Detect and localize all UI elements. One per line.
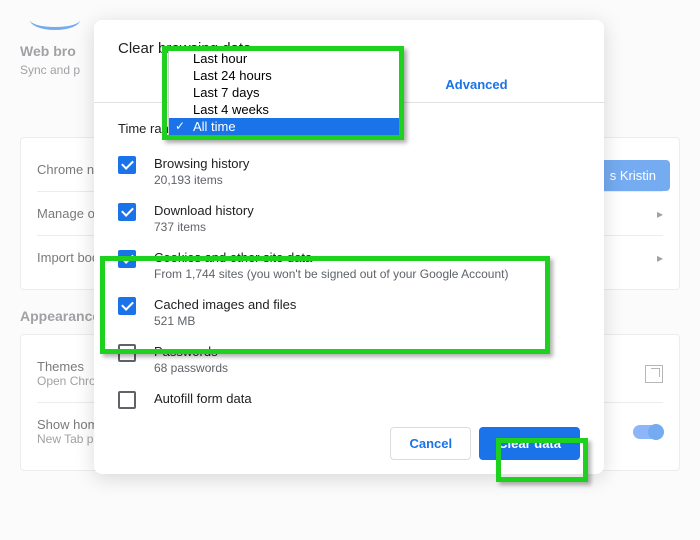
check-cookies[interactable]: Cookies and other site dataFrom 1,744 si… xyxy=(94,242,604,289)
checkbox[interactable] xyxy=(118,156,136,174)
cancel-button[interactable]: Cancel xyxy=(390,427,471,460)
time-range-dropdown[interactable]: Last hour Last 24 hours Last 7 days Last… xyxy=(168,49,400,136)
clear-data-button[interactable]: Clear data xyxy=(479,427,580,460)
checkbox[interactable] xyxy=(118,203,136,221)
checkbox[interactable] xyxy=(118,391,136,409)
option-last-hour[interactable]: Last hour xyxy=(169,50,399,67)
check-autofill[interactable]: Autofill form data xyxy=(94,383,604,417)
checkbox[interactable] xyxy=(118,344,136,362)
check-cached[interactable]: Cached images and files521 MB xyxy=(94,289,604,336)
check-passwords[interactable]: Passwords68 passwords xyxy=(94,336,604,383)
check-download-history[interactable]: Download history737 items xyxy=(94,195,604,242)
option-last-4-weeks[interactable]: Last 4 weeks xyxy=(169,101,399,118)
option-last-7-days[interactable]: Last 7 days xyxy=(169,84,399,101)
option-all-time[interactable]: All time xyxy=(169,118,399,135)
checkbox[interactable] xyxy=(118,297,136,315)
check-browsing-history[interactable]: Browsing history20,193 items xyxy=(94,148,604,195)
option-last-24-hours[interactable]: Last 24 hours xyxy=(169,67,399,84)
checkbox[interactable] xyxy=(118,250,136,268)
